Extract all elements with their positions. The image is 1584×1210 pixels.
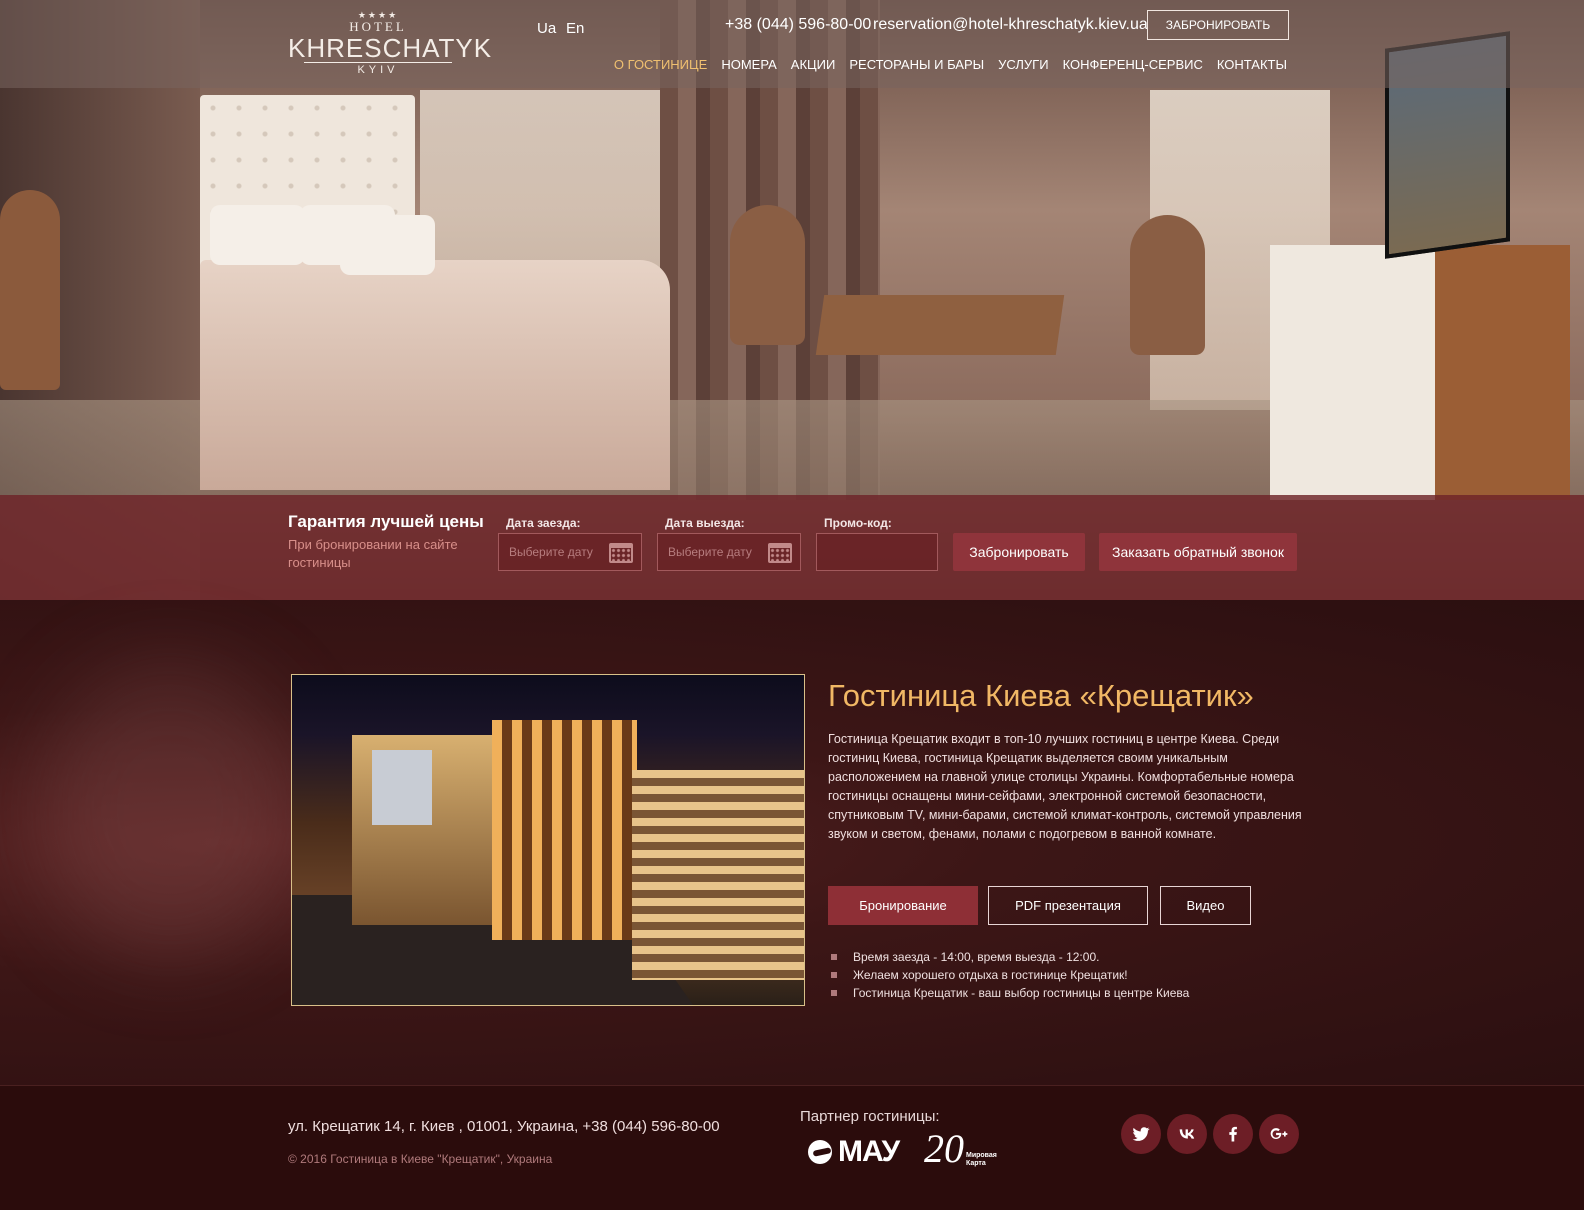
- world-map-name: Мировая Карта: [966, 1152, 997, 1167]
- top-bar: [0, 0, 1584, 88]
- promo-code-input[interactable]: [816, 533, 938, 571]
- page-title: Гостиница Киева «Крещатик»: [828, 678, 1254, 713]
- partner-label: Партнер гостиницы:: [800, 1108, 940, 1125]
- hotel-night-photo: [291, 674, 805, 1006]
- checkout-date-field[interactable]: Выберите дату: [657, 533, 801, 571]
- promo-label: Промо-код:: [824, 516, 892, 530]
- checkin-date-field[interactable]: Выберите дату: [498, 533, 642, 571]
- best-price-title: Гарантия лучшей цены: [288, 512, 484, 531]
- mau-logo[interactable]: МАУ: [808, 1135, 900, 1169]
- checkout-placeholder: Выберите дату: [668, 545, 752, 559]
- checkin-placeholder: Выберите дату: [509, 545, 593, 559]
- pdf-presentation-button[interactable]: PDF презентация: [988, 886, 1148, 925]
- header-email[interactable]: reservation@hotel-khreschatyk.kiev.ua: [873, 16, 1148, 34]
- lang-en[interactable]: En: [566, 20, 584, 37]
- lang-ua[interactable]: Ua: [537, 20, 556, 37]
- nav-rooms[interactable]: НОМЕРА: [714, 57, 783, 72]
- hotel-logo[interactable]: ★★★★ HOTEL KHRESCHATYK KYIV: [288, 10, 493, 82]
- google-plus-icon[interactable]: [1259, 1114, 1299, 1154]
- best-price-subtitle: При бронировании на сайте гостиницы: [288, 537, 458, 570]
- mau-logo-text: МАУ: [838, 1135, 900, 1168]
- footer-copyright: © 2016 Гостиница в Киеве "Крещатик", Укр…: [288, 1152, 553, 1166]
- main-nav: О ГОСТИНИЦЕ НОМЕРА АКЦИИ РЕСТОРАНЫ И БАР…: [607, 57, 1294, 72]
- checkout-label: Дата выезда:: [665, 516, 745, 530]
- nav-restaurants[interactable]: РЕСТОРАНЫ И БАРЫ: [842, 57, 991, 72]
- calendar-icon[interactable]: [768, 543, 792, 563]
- hotel-description: Гостиница Крещатик входит в топ-10 лучши…: [828, 732, 1302, 841]
- facebook-icon[interactable]: [1213, 1114, 1253, 1154]
- logo-hotel: HOTEL: [349, 19, 407, 34]
- nav-contacts[interactable]: КОНТАКТЫ: [1210, 57, 1294, 72]
- nav-about[interactable]: О ГОСТИНИЦЕ: [607, 57, 714, 72]
- video-button[interactable]: Видео: [1160, 886, 1251, 925]
- info-list: Время заезда - 14:00, время выезда - 12:…: [828, 948, 1189, 1002]
- world-map-number: 20: [924, 1126, 964, 1171]
- mau-logo-icon: [808, 1140, 832, 1164]
- header-book-button[interactable]: ЗАБРОНИРОВАТЬ: [1147, 10, 1289, 40]
- callback-button[interactable]: Заказать обратный звонок: [1099, 533, 1297, 571]
- nav-conference[interactable]: КОНФЕРЕНЦ-СЕРВИС: [1056, 57, 1210, 72]
- checkin-label: Дата заезда:: [506, 516, 581, 530]
- list-item: Время заезда - 14:00, время выезда - 12:…: [828, 948, 1189, 966]
- list-item: Желаем хорошего отдыха в гостинице Креща…: [828, 966, 1189, 984]
- nav-services[interactable]: УСЛУГИ: [991, 57, 1055, 72]
- world-map-logo[interactable]: 20 Мировая Карта: [924, 1126, 1004, 1171]
- booking-button[interactable]: Бронирование: [828, 886, 978, 925]
- vk-icon[interactable]: [1167, 1114, 1207, 1154]
- calendar-icon[interactable]: [609, 543, 633, 563]
- header-phone[interactable]: +38 (044) 596-80-00: [725, 16, 871, 34]
- twitter-icon[interactable]: [1121, 1114, 1161, 1154]
- book-button[interactable]: Забронировать: [953, 533, 1085, 571]
- logo-name: KHRESCHATYK: [288, 33, 493, 63]
- footer-address: ул. Крещатик 14, г. Киев , 01001, Украин…: [288, 1118, 720, 1135]
- nav-promotions[interactable]: АКЦИИ: [784, 57, 843, 72]
- list-item: Гостиница Крещатик - ваш выбор гостиницы…: [828, 984, 1189, 1002]
- logo-city: KYIV: [357, 64, 399, 76]
- footer: [0, 1085, 1584, 1210]
